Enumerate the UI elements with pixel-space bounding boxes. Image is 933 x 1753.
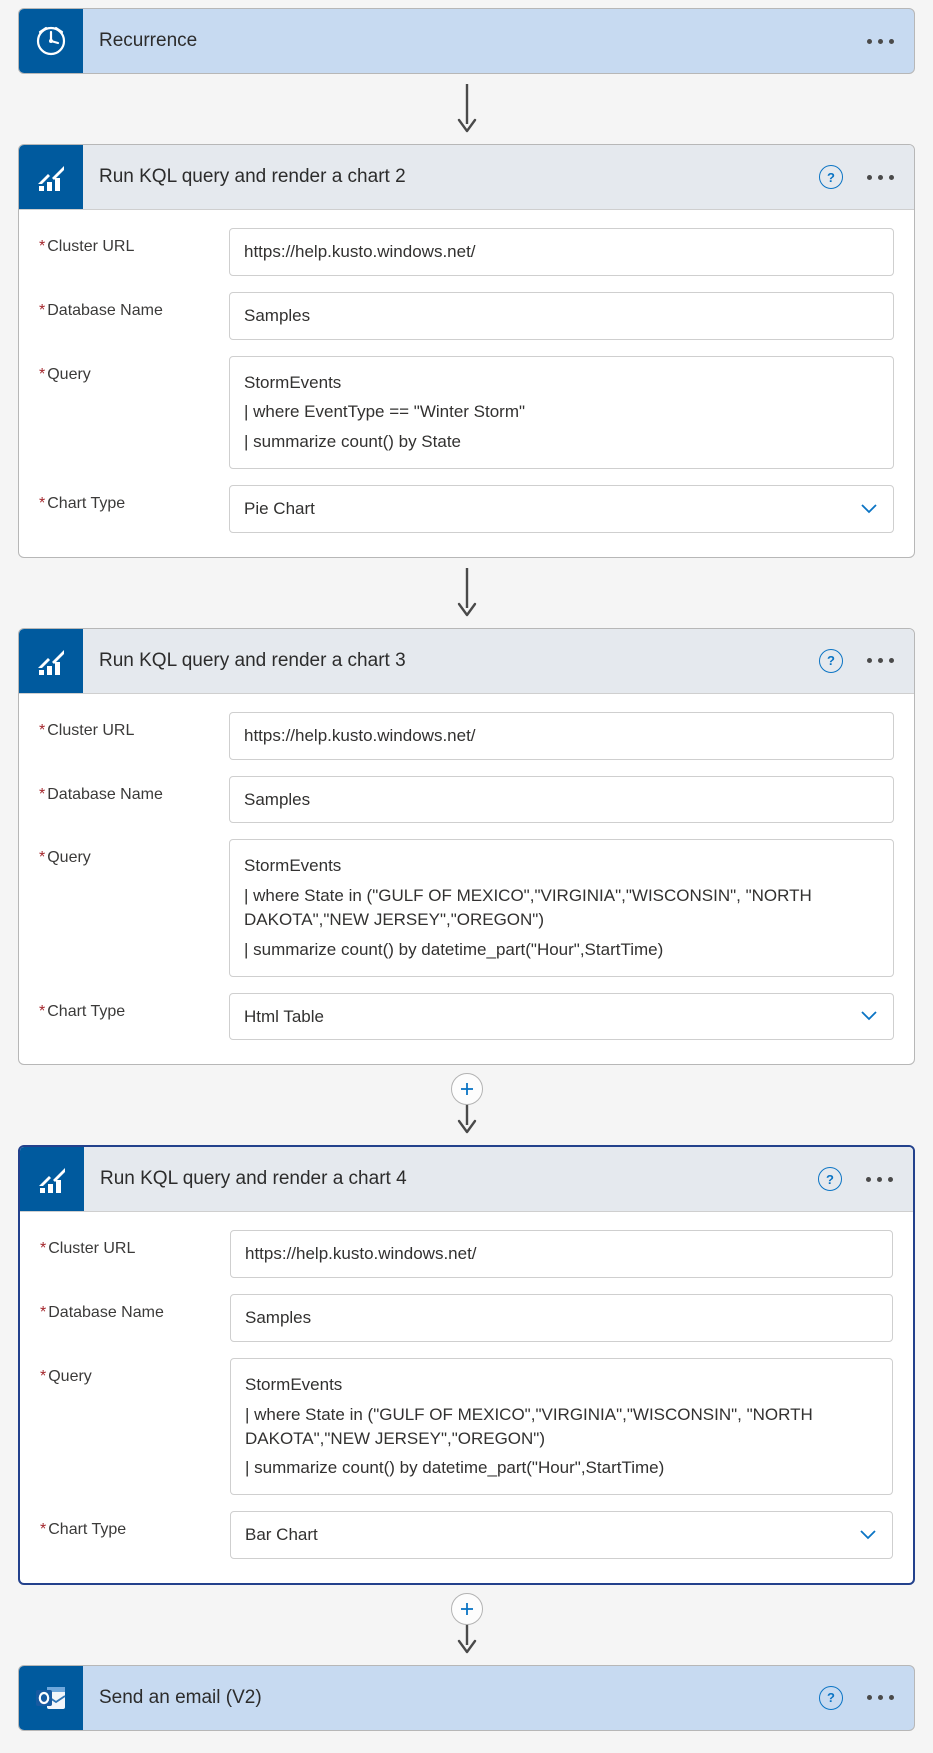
step-header-actions: ? [818, 1167, 895, 1191]
add-step-button[interactable] [451, 1073, 483, 1105]
add-step-button[interactable] [451, 1593, 483, 1625]
cluster-url-label: *Cluster URL [39, 712, 207, 760]
query-textarea[interactable]: StormEvents| where State in ("GULF OF ME… [230, 1358, 893, 1495]
query-textarea[interactable]: StormEvents| where State in ("GULF OF ME… [229, 839, 894, 976]
connector-2 [0, 1073, 933, 1137]
step-card-1: Run KQL query and render a chart 2? *Clu… [18, 144, 915, 558]
step-title: Run KQL query and render a chart 2 [99, 166, 803, 188]
more-menu-icon[interactable] [865, 173, 896, 182]
connector-0 [0, 82, 933, 136]
kusto-icon [19, 145, 83, 209]
more-menu-icon[interactable] [865, 37, 896, 46]
step-title: Send an email (V2) [99, 1687, 803, 1709]
chart-type-label: *Chart Type [39, 993, 207, 1041]
query-row: *Query StormEvents| where State in ("GUL… [39, 839, 894, 976]
step-card-0: Recurrence [18, 8, 915, 74]
database-name-row: *Database Name [39, 292, 894, 340]
step-header-actions: ? [819, 649, 896, 673]
cluster-url-row: *Cluster URL [39, 228, 894, 276]
step-header-4[interactable]: Send an email (V2)? [19, 1666, 914, 1730]
chart-type-select[interactable]: Html Table [229, 993, 894, 1041]
outlook-icon [19, 1666, 83, 1730]
step-header-actions: ? [819, 1686, 896, 1710]
chart-type-select[interactable]: Pie Chart [229, 485, 894, 533]
help-icon[interactable]: ? [819, 1686, 843, 1710]
step-body-1: *Cluster URL *Database Name *Query Storm… [19, 209, 914, 557]
database-name-label: *Database Name [40, 1294, 208, 1342]
step-header-actions [865, 37, 896, 46]
chart-type-row: *Chart Type Bar Chart [40, 1511, 893, 1559]
step-body-2: *Cluster URL *Database Name *Query Storm… [19, 693, 914, 1065]
chart-type-label: *Chart Type [39, 485, 207, 533]
chart-type-row: *Chart Type Html Table [39, 993, 894, 1041]
step-header-1[interactable]: Run KQL query and render a chart 2? [19, 145, 914, 209]
query-textarea[interactable]: StormEvents| where EventType == "Winter … [229, 356, 894, 469]
step-header-actions: ? [819, 165, 896, 189]
step-header-3[interactable]: Run KQL query and render a chart 4? [20, 1147, 913, 1211]
cluster-url-label: *Cluster URL [39, 228, 207, 276]
chart-type-row: *Chart Type Pie Chart [39, 485, 894, 533]
cluster-url-input[interactable] [230, 1230, 893, 1278]
database-name-row: *Database Name [40, 1294, 893, 1342]
query-label: *Query [39, 356, 207, 469]
chevron-down-icon [858, 1528, 878, 1542]
query-row: *Query StormEvents| where State in ("GUL… [40, 1358, 893, 1495]
more-menu-icon[interactable] [864, 1175, 895, 1184]
help-icon[interactable]: ? [819, 165, 843, 189]
help-icon[interactable]: ? [818, 1167, 842, 1191]
chevron-down-icon [859, 1009, 879, 1023]
connector-1 [0, 566, 933, 620]
database-name-label: *Database Name [39, 292, 207, 340]
database-name-row: *Database Name [39, 776, 894, 824]
query-label: *Query [40, 1358, 208, 1495]
step-title: Recurrence [99, 30, 849, 52]
database-name-input[interactable] [229, 776, 894, 824]
kusto-icon [20, 1147, 84, 1211]
step-title: Run KQL query and render a chart 4 [100, 1168, 802, 1190]
cluster-url-row: *Cluster URL [40, 1230, 893, 1278]
step-body-3: *Cluster URL *Database Name *Query Storm… [20, 1211, 913, 1583]
connector-3 [0, 1593, 933, 1657]
cluster-url-label: *Cluster URL [40, 1230, 208, 1278]
cluster-url-row: *Cluster URL [39, 712, 894, 760]
step-header-0[interactable]: Recurrence [19, 9, 914, 73]
help-icon[interactable]: ? [819, 649, 843, 673]
database-name-input[interactable] [229, 292, 894, 340]
step-header-2[interactable]: Run KQL query and render a chart 3? [19, 629, 914, 693]
more-menu-icon[interactable] [865, 656, 896, 665]
chevron-down-icon [859, 502, 879, 516]
step-card-3: Run KQL query and render a chart 4? *Clu… [18, 1145, 915, 1585]
kusto-icon [19, 629, 83, 693]
query-label: *Query [39, 839, 207, 976]
query-row: *Query StormEvents| where EventType == "… [39, 356, 894, 469]
clock-icon [19, 9, 83, 73]
more-menu-icon[interactable] [865, 1693, 896, 1702]
chart-type-select[interactable]: Bar Chart [230, 1511, 893, 1559]
database-name-input[interactable] [230, 1294, 893, 1342]
cluster-url-input[interactable] [229, 712, 894, 760]
step-card-2: Run KQL query and render a chart 3? *Clu… [18, 628, 915, 1066]
step-title: Run KQL query and render a chart 3 [99, 650, 803, 672]
step-card-4: Send an email (V2)? [18, 1665, 915, 1731]
database-name-label: *Database Name [39, 776, 207, 824]
chart-type-label: *Chart Type [40, 1511, 208, 1559]
cluster-url-input[interactable] [229, 228, 894, 276]
